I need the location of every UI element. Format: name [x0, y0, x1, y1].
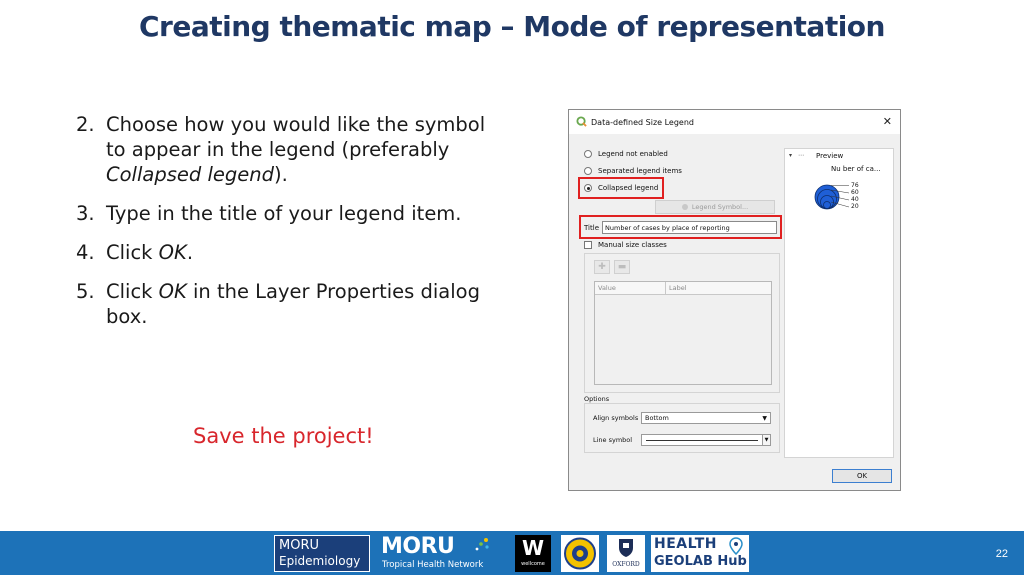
preview-value: 20 — [851, 203, 859, 210]
step-2: 2. Choose how you would like the symbol … — [76, 112, 506, 187]
preview-tree: ▾ ⋯ Preview Nu ber of ca... 76 60 40 20 — [789, 152, 881, 210]
university-seal-logo — [561, 535, 599, 572]
preview-layer-name: Nu ber of ca... — [831, 165, 881, 173]
collapsed-size-legend-symbol: 76 60 40 20 — [814, 182, 859, 210]
legend-symbol-button[interactable]: Legend Symbol... — [655, 200, 775, 214]
wellcome-logo: W wellcome — [515, 535, 551, 572]
line-symbol-button[interactable] — [641, 434, 763, 446]
column-header-label: Label — [669, 284, 687, 292]
step-3: 3. Type in the title of your legend item… — [76, 201, 506, 226]
step-suffix: . — [186, 241, 194, 264]
save-project-note: Save the project! — [193, 424, 374, 448]
preview-value: 60 — [851, 189, 859, 196]
preview-panel: ▾ ⋯ Preview Nu ber of ca... 76 60 40 20 — [784, 148, 894, 458]
qgis-icon — [576, 116, 587, 127]
step-number: 2. — [76, 113, 95, 136]
data-defined-size-legend-dialog: Data-defined Size Legend ✕ Legend not en… — [568, 109, 901, 491]
classes-table: Value Label — [594, 281, 772, 385]
logo-text: HEALTH — [654, 536, 717, 552]
add-class-button[interactable]: ✚ — [594, 260, 610, 274]
step-text-line: to appear in the legend (preferably — [106, 138, 450, 161]
ok-button[interactable]: OK — [832, 469, 892, 483]
legend-symbol-label: Legend Symbol... — [691, 203, 749, 211]
step-number: 3. — [76, 202, 95, 225]
dots-icon — [475, 538, 489, 551]
chevron-down-icon: ▼ — [762, 415, 767, 422]
step-number: 5. — [76, 280, 95, 303]
highlight-box-title — [579, 215, 782, 239]
line-preview — [646, 440, 758, 441]
align-symbols-label: Align symbols — [593, 414, 639, 422]
table-header: Value Label — [595, 282, 771, 295]
step-4: 4. Click OK. — [76, 240, 506, 265]
preview-label: Preview — [816, 152, 844, 160]
logo-text: MORU — [279, 538, 319, 553]
radio-label: Legend not enabled — [598, 150, 668, 158]
instruction-list: 2. Choose how you would like the symbol … — [76, 112, 506, 343]
highlight-box-collapsed-legend — [578, 177, 664, 199]
column-header-value: Value — [595, 282, 666, 294]
crest-icon — [619, 539, 633, 557]
step-prefix: Click — [106, 280, 159, 303]
chevron-down-icon[interactable]: ▼ — [763, 434, 771, 446]
radio-legend-not-enabled[interactable]: Legend not enabled — [584, 150, 668, 158]
location-pin-icon — [729, 537, 743, 555]
logo-text: Epidemiology — [279, 554, 361, 568]
size-circle-20 — [823, 201, 831, 209]
step-text: Click OK in the Layer Properties dialog … — [106, 279, 506, 329]
oxford-logo: OXFORD — [607, 535, 645, 572]
options-label: Options — [584, 395, 610, 403]
radio-button[interactable] — [584, 167, 592, 175]
size-classes-panel: ✚ ▬ Value Label — [584, 253, 780, 393]
step-italic: OK — [158, 280, 187, 303]
preview-value: 40 — [851, 196, 859, 203]
step-text: Click OK. — [106, 240, 506, 265]
radio-label: Separated legend items — [598, 167, 682, 175]
line-symbol-label: Line symbol — [593, 436, 633, 444]
logo-subtext: Tropical Health Network — [382, 560, 484, 570]
footer-bar — [0, 531, 1024, 575]
logo-text: W — [521, 536, 545, 560]
tree-branch-icon: ⋯ — [798, 152, 804, 159]
step-text-line: Choose how you would like the symbol — [106, 113, 486, 136]
close-icon[interactable]: ✕ — [883, 115, 892, 128]
step-italic: OK — [158, 241, 187, 264]
collapse-arrow-icon: ▾ — [789, 152, 792, 159]
options-panel: Align symbols Bottom ▼ Line symbol ▼ — [584, 403, 780, 453]
step-text: Type in the title of your legend item. — [106, 202, 462, 225]
step-text-end: ). — [273, 163, 288, 186]
step-number: 4. — [76, 241, 95, 264]
logo-text: OXFORD — [612, 561, 640, 568]
step-5: 5. Click OK in the Layer Properties dial… — [76, 279, 506, 329]
moru-epidemiology-logo: MORU Epidemiology — [274, 535, 370, 572]
radio-button[interactable] — [584, 150, 592, 158]
manual-size-classes-checkbox-row[interactable]: Manual size classes — [584, 241, 667, 249]
dialog-titlebar: Data-defined Size Legend ✕ — [569, 110, 900, 134]
step-italic: Collapsed legend — [106, 163, 274, 186]
radio-separated-legend-items[interactable]: Separated legend items — [584, 167, 682, 175]
align-symbols-select[interactable]: Bottom ▼ — [641, 412, 771, 424]
step-text: Choose how you would like the symbol to … — [106, 112, 506, 187]
align-symbols-value: Bottom — [645, 414, 669, 422]
logo-text: MORU — [381, 534, 455, 559]
page-number: 22 — [995, 548, 1008, 560]
preview-value: 76 — [851, 182, 859, 189]
seal-icon — [564, 537, 596, 570]
logo-subtext: wellcome — [521, 561, 545, 567]
health-geolab-logo: HEALTH GEOLAB Hub — [651, 535, 749, 572]
logo-text: GEOLAB Hub — [654, 554, 747, 569]
moru-network-logo: MORU Tropical Health Network — [378, 534, 496, 572]
step-prefix: Click — [106, 241, 159, 264]
dialog-title: Data-defined Size Legend — [591, 118, 694, 127]
symbol-dot-icon — [681, 204, 688, 210]
slide-title: Creating thematic map – Mode of represen… — [139, 10, 885, 43]
manual-size-classes-checkbox[interactable] — [584, 241, 592, 249]
remove-class-button[interactable]: ▬ — [614, 260, 630, 274]
checkbox-label: Manual size classes — [598, 241, 667, 249]
